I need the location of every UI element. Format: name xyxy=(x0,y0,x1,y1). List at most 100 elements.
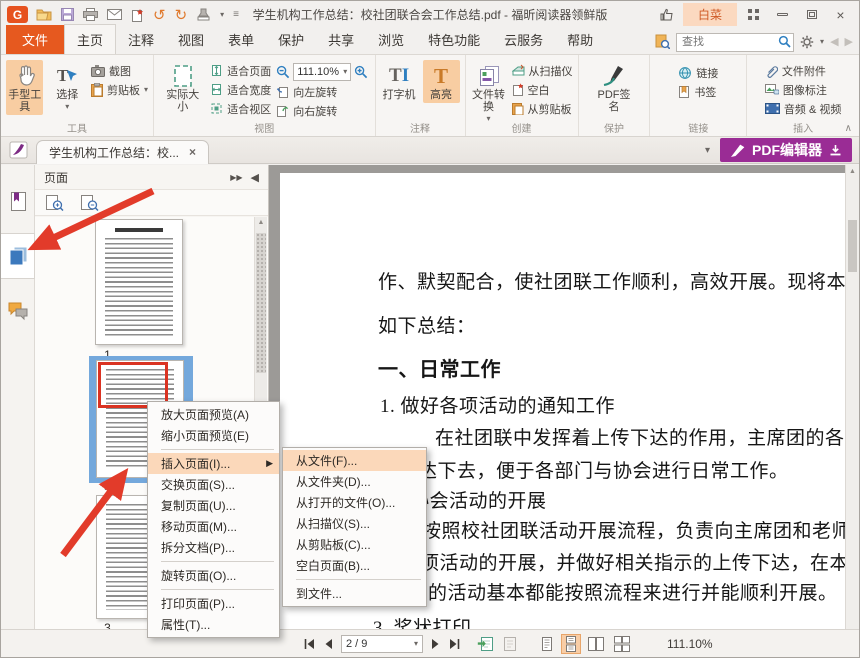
search-input[interactable] xyxy=(676,33,794,52)
tab-features[interactable]: 特色功能 xyxy=(416,25,492,54)
first-page-button[interactable] xyxy=(303,634,316,654)
tab-comment[interactable]: 注释 xyxy=(116,25,166,54)
rotate-right-button[interactable]: 向右旋转 xyxy=(276,102,368,119)
continuous-facing-layout-button[interactable] xyxy=(611,634,633,654)
find-next-icon[interactable]: ▶ xyxy=(845,35,853,48)
comments-panel-button[interactable] xyxy=(1,301,34,321)
single-page-layout-button[interactable] xyxy=(537,634,557,654)
page-thumbnail-1[interactable] xyxy=(95,219,183,345)
pdf-editor-button[interactable]: PDF编辑器 xyxy=(720,138,852,162)
submenu-item-from-open-file[interactable]: 从打开的文件(O)... xyxy=(283,492,426,513)
hand-tool-button[interactable]: 手型工具 xyxy=(6,60,43,115)
last-page-button[interactable] xyxy=(448,634,461,654)
submenu-item-from-clipboard[interactable]: 从剪贴板(C)... xyxy=(283,534,426,555)
rotate-left-button[interactable]: 向左旋转 xyxy=(276,83,368,100)
fit-width-button[interactable]: 适合宽度 xyxy=(210,81,271,98)
toolbar-dropdown-icon[interactable]: ▾ xyxy=(705,145,710,156)
fit-visible-button[interactable]: 适合视区 xyxy=(210,100,271,117)
select-button[interactable]: T 选择 ▾ xyxy=(48,60,85,115)
menu-item-properties[interactable]: 属性(T)... xyxy=(148,614,279,635)
bookmarks-panel-button[interactable] xyxy=(1,191,34,213)
next-page-button[interactable] xyxy=(431,634,440,654)
bookmark-button[interactable]: 书签 xyxy=(678,83,718,100)
fit-page-button[interactable]: 适合页面 xyxy=(210,62,271,79)
undo-icon[interactable]: ↺ xyxy=(153,6,166,23)
document-scroll-up-icon[interactable]: ▲ xyxy=(846,168,859,175)
save-icon[interactable] xyxy=(61,6,74,23)
tab-form[interactable]: 表单 xyxy=(216,25,266,54)
thumbnail-scrollbar-thumb[interactable] xyxy=(256,233,266,373)
search-icon[interactable] xyxy=(778,35,791,48)
submenu-item-from-file[interactable]: 从文件(F)... xyxy=(283,450,426,471)
print-icon[interactable] xyxy=(83,6,98,23)
actual-size-button[interactable]: 实际大小 xyxy=(160,60,205,115)
stamp-tool-icon[interactable] xyxy=(196,6,211,23)
collapse-ribbon-icon[interactable]: ∧ xyxy=(845,123,852,134)
previous-page-button[interactable] xyxy=(324,634,333,654)
menu-item-insert-pages[interactable]: 插入页面(I)...▶ xyxy=(148,453,279,474)
file-attachment-button[interactable]: 文件附件 xyxy=(765,62,841,79)
panel-expand-icon[interactable]: ▶▶ xyxy=(230,173,242,182)
pdf-sign-button[interactable]: PDF签名 xyxy=(591,60,636,115)
tab-view[interactable]: 视图 xyxy=(166,25,216,54)
screenshot-button[interactable]: 截图 xyxy=(91,62,148,79)
previous-view-button[interactable] xyxy=(477,634,494,654)
menu-item-split-document[interactable]: 拆分文档(P)... xyxy=(148,537,279,558)
next-view-button[interactable] xyxy=(502,634,519,654)
like-icon[interactable] xyxy=(654,6,679,24)
foxit-logo-icon[interactable]: G xyxy=(7,6,28,23)
menu-item-move-pages[interactable]: 移动页面(M)... xyxy=(148,516,279,537)
fullscreen-toggle-icon[interactable] xyxy=(741,6,766,24)
tab-help[interactable]: 帮助 xyxy=(555,25,605,54)
clipboard-button[interactable]: 剪贴板 ▾ xyxy=(91,81,148,98)
menu-item-rotate-pages[interactable]: 旋转页面(O)... xyxy=(148,565,279,586)
stamp-dropdown-icon[interactable]: ▾ xyxy=(220,6,224,23)
zoom-level-combobox[interactable]: 111.10%▾ xyxy=(293,63,351,81)
tab-close-icon[interactable]: × xyxy=(189,145,196,159)
pages-panel-button[interactable] xyxy=(1,233,35,279)
thumbnail-scroll-up-icon[interactable]: ▲ xyxy=(255,219,267,226)
gear-icon[interactable] xyxy=(800,35,814,49)
tab-file[interactable]: 文件 xyxy=(6,25,64,54)
menu-item-enlarge-preview[interactable]: 放大页面预览(A) xyxy=(148,404,279,425)
close-button[interactable]: × xyxy=(828,6,853,24)
document-scrollbar-thumb[interactable] xyxy=(848,220,857,272)
foxit-pen-logo-icon[interactable] xyxy=(9,141,28,159)
menu-item-print-pages[interactable]: 打印页面(P)... xyxy=(148,593,279,614)
zoom-in-icon[interactable] xyxy=(354,65,368,79)
reduce-thumbnail-icon[interactable] xyxy=(80,194,99,211)
convert-file-button[interactable]: 文件转换 ▾ xyxy=(471,60,507,127)
facing-layout-button[interactable] xyxy=(585,634,607,654)
open-folder-icon[interactable] xyxy=(36,6,52,23)
user-account-button[interactable]: 白菜 xyxy=(683,3,737,26)
find-prev-icon[interactable]: ◀ xyxy=(830,35,838,48)
gear-dropdown-icon[interactable]: ▾ xyxy=(820,37,824,46)
blank-page-button[interactable]: 空白 xyxy=(512,81,573,98)
typewriter-button[interactable]: TI 打字机 xyxy=(381,60,418,103)
submenu-item-to-file[interactable]: 到文件... xyxy=(283,583,426,604)
highlight-button[interactable]: T 高亮 xyxy=(423,60,460,103)
restore-button[interactable] xyxy=(799,6,824,24)
continuous-layout-button[interactable] xyxy=(561,634,581,654)
tab-browse[interactable]: 浏览 xyxy=(366,25,416,54)
new-document-icon[interactable] xyxy=(131,6,144,23)
menu-item-swap-pages[interactable]: 交换页面(S)... xyxy=(148,474,279,495)
zoom-out-icon[interactable] xyxy=(276,65,290,79)
email-icon[interactable] xyxy=(107,6,122,23)
image-annotation-button[interactable]: 图像标注 xyxy=(765,81,841,98)
page-number-combobox[interactable]: 2 / 9▾ xyxy=(341,635,423,653)
panel-collapse-icon[interactable]: ◀ xyxy=(251,171,259,184)
document-tab[interactable]: 学生机构工作总结：校... × xyxy=(36,140,209,164)
from-scanner-button[interactable]: 从扫描仪 xyxy=(512,62,573,79)
find-doc-icon[interactable] xyxy=(655,34,670,49)
link-button[interactable]: 链接 xyxy=(678,64,718,81)
tab-protect[interactable]: 保护 xyxy=(266,25,316,54)
tab-home[interactable]: 主页 xyxy=(64,24,116,54)
menu-item-copy-pages[interactable]: 复制页面(U)... xyxy=(148,495,279,516)
submenu-item-from-folder[interactable]: 从文件夹(D)... xyxy=(283,471,426,492)
tab-share[interactable]: 共享 xyxy=(316,25,366,54)
submenu-item-from-scanner[interactable]: 从扫描仪(S)... xyxy=(283,513,426,534)
submenu-item-blank-page[interactable]: 空白页面(B)... xyxy=(283,555,426,576)
document-scrollbar[interactable]: ▲ xyxy=(845,165,859,629)
customize-toolbar-icon[interactable]: ≡ xyxy=(233,6,239,23)
